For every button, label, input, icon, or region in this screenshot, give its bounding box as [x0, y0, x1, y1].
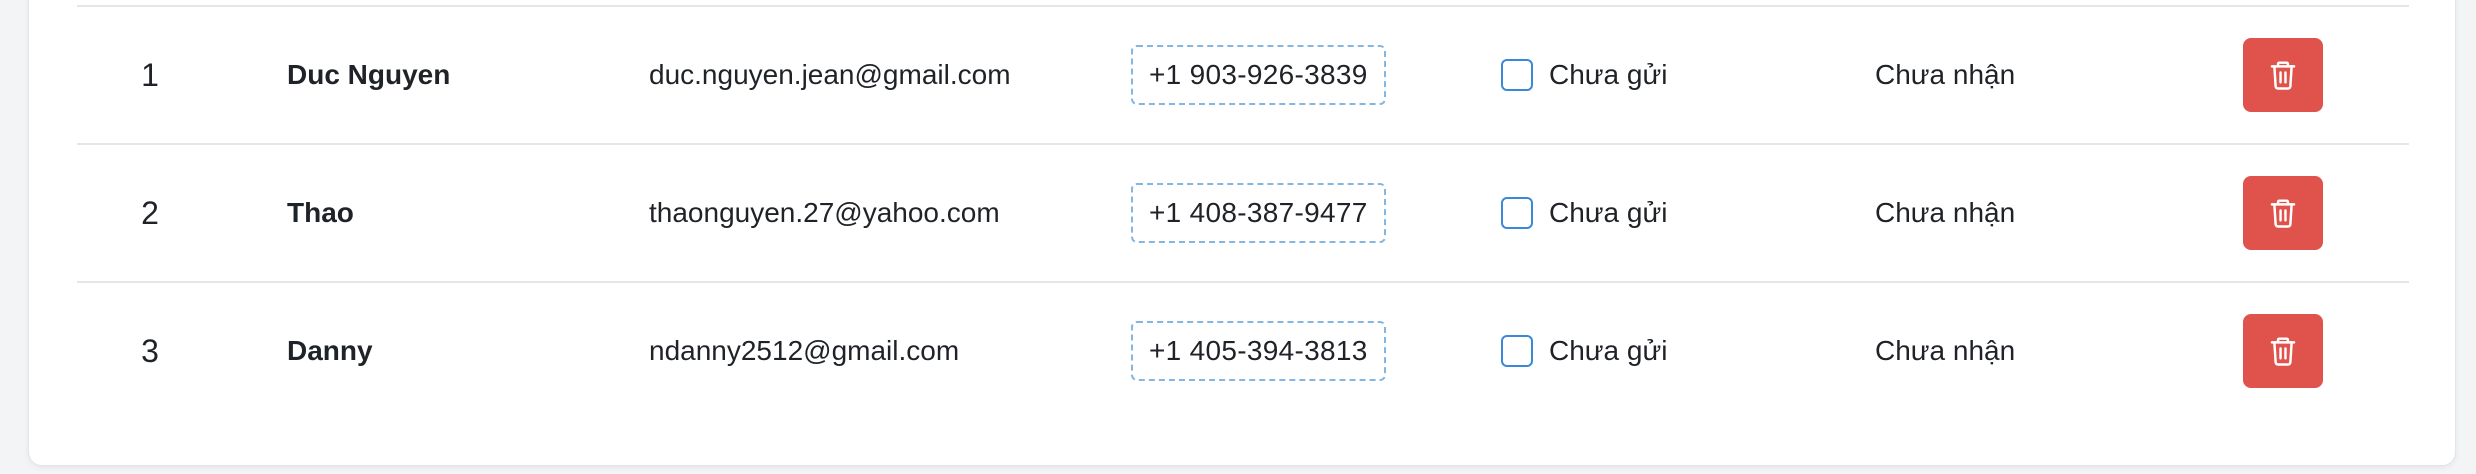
receive-status: Chưa nhận [1875, 197, 2016, 228]
recipients-table: 1 Duc Nguyen duc.nguyen.jean@gmail.com +… [77, 5, 2409, 419]
delete-button[interactable] [2243, 314, 2323, 388]
phone-field[interactable]: +1 903-926-3839 [1131, 45, 1386, 105]
trash-icon [2270, 61, 2296, 90]
phone-field[interactable]: +1 405-394-3813 [1131, 321, 1386, 381]
send-status-label: Chưa gửi [1549, 335, 1668, 366]
delete-button[interactable] [2243, 38, 2323, 112]
table-row: 2 Thao thaonguyen.27@yahoo.com +1 408-38… [77, 143, 2409, 281]
table-row: 3 Danny ndanny2512@gmail.com +1 405-394-… [77, 281, 2409, 419]
recipient-name: Danny [287, 335, 373, 366]
send-checkbox[interactable] [1501, 59, 1533, 91]
receive-status: Chưa nhận [1875, 59, 2016, 90]
recipient-email: thaonguyen.27@yahoo.com [649, 197, 1000, 228]
recipient-name: Duc Nguyen [287, 59, 451, 90]
delete-cell [2243, 7, 2323, 143]
recipients-card: 1 Duc Nguyen duc.nguyen.jean@gmail.com +… [28, 0, 2456, 466]
trash-icon [2270, 337, 2296, 366]
phone-cell: +1 405-394-3813 [1131, 283, 1386, 419]
send-status: Chưa gửi [1501, 7, 1667, 143]
delete-cell [2243, 283, 2323, 419]
row-index: 2 [141, 194, 159, 231]
recipient-email: ndanny2512@gmail.com [649, 335, 960, 366]
phone-cell: +1 903-926-3839 [1131, 7, 1386, 143]
row-index: 3 [141, 332, 159, 369]
send-status-label: Chưa gửi [1549, 59, 1668, 90]
send-checkbox[interactable] [1501, 335, 1533, 367]
recipient-email: duc.nguyen.jean@gmail.com [649, 59, 1011, 90]
receive-status: Chưa nhận [1875, 335, 2016, 366]
trash-icon [2270, 199, 2296, 228]
table-row: 1 Duc Nguyen duc.nguyen.jean@gmail.com +… [77, 5, 2409, 143]
send-status: Chưa gửi [1501, 283, 1667, 419]
send-status: Chưa gửi [1501, 145, 1667, 281]
send-checkbox[interactable] [1501, 197, 1533, 229]
row-index: 1 [141, 56, 159, 93]
phone-field[interactable]: +1 408-387-9477 [1131, 183, 1386, 243]
recipient-name: Thao [287, 197, 354, 228]
delete-button[interactable] [2243, 176, 2323, 250]
send-status-label: Chưa gửi [1549, 197, 1668, 228]
delete-cell [2243, 145, 2323, 281]
phone-cell: +1 408-387-9477 [1131, 145, 1386, 281]
